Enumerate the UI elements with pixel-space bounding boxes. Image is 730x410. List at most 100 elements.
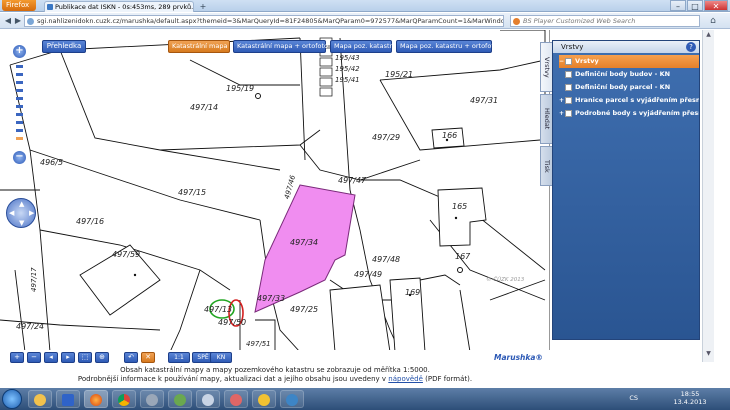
zoom-level-tick[interactable] (16, 105, 23, 108)
zoom-level-tick[interactable] (16, 97, 23, 100)
scroll-down-icon[interactable]: ▼ (704, 350, 713, 359)
folder-icon (34, 394, 46, 406)
tab-cadastral-map[interactable]: Katastrální mapa (168, 40, 230, 53)
maximize-button[interactable]: □ (687, 0, 703, 11)
taskbar-app[interactable] (140, 390, 164, 408)
pan-left-icon[interactable]: ◀ (9, 210, 14, 217)
parcel-label: 497/50 (218, 318, 247, 327)
parcel-label: 195/21 (385, 70, 414, 79)
kn-button[interactable]: KN (210, 352, 232, 363)
browser-tab[interactable]: Publikace dat ISKN - 0s:453ms, 289 prvků… (44, 1, 194, 12)
taskbar-app[interactable] (252, 390, 276, 408)
overview-button[interactable]: Přehledka (42, 40, 86, 53)
taskbar-firefox[interactable] (84, 390, 108, 408)
zoom-level-tick[interactable] (16, 113, 23, 116)
zoom-out-icon[interactable]: − (13, 151, 26, 164)
layer-label: Hranice parcel s vyjádřením přesnosti - … (575, 96, 699, 104)
taskbar-app[interactable] (280, 390, 304, 408)
layer-checkbox[interactable] (565, 97, 572, 104)
layer-checkbox[interactable] (565, 58, 572, 65)
locate-button[interactable]: ⊕ (95, 352, 109, 363)
url-input[interactable]: sgi.nahlizenidokn.cuzk.cz/marushka/defau… (24, 15, 504, 27)
info-line-1: Obsah katastrální mapy a mapy pozemkovéh… (120, 366, 430, 374)
layer-item-parcel-boundaries[interactable]: + Hranice parcel s vyjádřením přesnosti … (559, 94, 699, 107)
search-engine-icon[interactable] (513, 18, 520, 25)
previous-view-button[interactable]: ◂ (44, 352, 58, 363)
zoom-level-thumb[interactable] (16, 137, 23, 140)
windows-taskbar: CS 18:55 13.4.2013 (0, 388, 730, 410)
taskbar-app[interactable] (224, 390, 248, 408)
help-icon[interactable]: ? (686, 42, 696, 52)
language-indicator[interactable]: CS (629, 394, 638, 402)
search-input[interactable]: BS Player Customized Web Search (510, 15, 700, 27)
layer-label: Podrobné body s vyjádřením přesnosti - K… (575, 109, 699, 117)
new-tab-button[interactable]: + (198, 2, 208, 11)
word-icon (62, 394, 74, 406)
tab-land-cadastre-map[interactable]: Mapa poz. katastru (330, 40, 396, 53)
pan-up-icon[interactable]: ▲ (19, 201, 24, 208)
app-icon (230, 394, 242, 406)
parcel-label: 497/14 (190, 103, 219, 112)
next-view-button[interactable]: ▸ (61, 352, 75, 363)
parcel-label: 497/33 (257, 294, 286, 303)
page-scrollbar[interactable]: ▲ ▼ (702, 30, 714, 362)
tab-cadastral-orthophoto[interactable]: Katastrální mapa + ortofoto (233, 40, 328, 53)
clear-button[interactable]: ✕ (141, 352, 155, 363)
layer-item-detail-points[interactable]: + Podrobné body s vyjádřením přesnosti -… (559, 107, 699, 120)
zoom-level-tick[interactable] (16, 73, 23, 76)
parcel-label: 496/5 (40, 158, 64, 167)
app-icon (174, 394, 186, 406)
search-placeholder: BS Player Customized Web Search (523, 17, 636, 25)
pan-right-icon[interactable]: ▶ (29, 210, 34, 217)
zoom-in-icon[interactable]: + (13, 45, 26, 58)
parcel-label: 195/42 (335, 65, 360, 73)
home-icon[interactable]: ⌂ (706, 15, 720, 27)
taskbar-word[interactable] (56, 390, 80, 408)
map-toolbar: + − ◂ ▸ ⬚ ⊕ ↶ ✕ 1:1 SPĚ KN Marushka® (0, 350, 550, 365)
map-canvas[interactable] (0, 30, 550, 352)
zoom-level-tick[interactable] (16, 65, 23, 68)
info-line-2-text: Podrobnější informace k používání mapy, … (77, 375, 389, 383)
layer-checkbox[interactable] (565, 110, 572, 117)
pan-down-icon[interactable]: ▼ (19, 220, 24, 227)
cadastral-map[interactable]: 195/43 195/42 195/41 195/19 195/21 497/1… (0, 30, 550, 362)
layers-panel-header: Vrstvy ? (553, 41, 699, 53)
zoom-out-button[interactable]: − (27, 352, 41, 363)
layer-item-building-points[interactable]: Definiční body budov - KN (559, 68, 699, 81)
minimize-button[interactable]: – (670, 0, 686, 11)
layer-label: Definiční body parcel - KN (575, 83, 671, 91)
close-window-button[interactable]: ✕ (704, 0, 728, 11)
building-label: 166 (442, 131, 458, 140)
pan-control[interactable]: ▲ ▼ ◀ ▶ (6, 198, 36, 228)
start-button[interactable] (2, 389, 22, 409)
scale-button[interactable]: 1:1 (168, 352, 190, 363)
help-link[interactable]: nápovědě (388, 375, 423, 383)
layers-panel: Vrstvy ? − Vrstvy Definiční body budov -… (552, 40, 700, 340)
layer-item-parcel-points[interactable]: Definiční body parcel - KN (559, 81, 699, 94)
taskbar-app[interactable] (196, 390, 220, 408)
clock[interactable]: 18:55 13.4.2013 (670, 390, 710, 406)
marushka-logo: Marushka® (494, 353, 543, 362)
layer-checkbox[interactable] (565, 84, 572, 91)
layer-item-root[interactable]: − Vrstvy (559, 55, 699, 68)
zoom-level-tick[interactable] (16, 89, 23, 92)
taskbar-app[interactable] (168, 390, 192, 408)
app-icon (202, 394, 214, 406)
zoom-level-tick[interactable] (16, 129, 23, 132)
scroll-up-icon[interactable]: ▲ (704, 31, 713, 40)
parcel-label: 497/48 (372, 255, 401, 264)
chrome-icon (118, 394, 130, 406)
zoom-level-tick[interactable] (16, 81, 23, 84)
refresh-button[interactable]: ↶ (124, 352, 138, 363)
full-extent-button[interactable]: ⬚ (78, 352, 92, 363)
zoom-level-tick[interactable] (16, 121, 23, 124)
site-identity-icon[interactable] (27, 18, 34, 25)
zoom-in-button[interactable]: + (10, 352, 24, 363)
building-label: 167 (455, 252, 471, 261)
forward-icon[interactable]: ▶ (12, 15, 24, 27)
tab-land-cadastre-orthophoto[interactable]: Mapa poz. katastru + ortofoto (396, 40, 498, 53)
firefox-menu-button[interactable]: Firefox (2, 0, 36, 11)
taskbar-chrome[interactable] (112, 390, 136, 408)
layer-checkbox[interactable] (565, 71, 572, 78)
taskbar-explorer[interactable] (28, 390, 52, 408)
